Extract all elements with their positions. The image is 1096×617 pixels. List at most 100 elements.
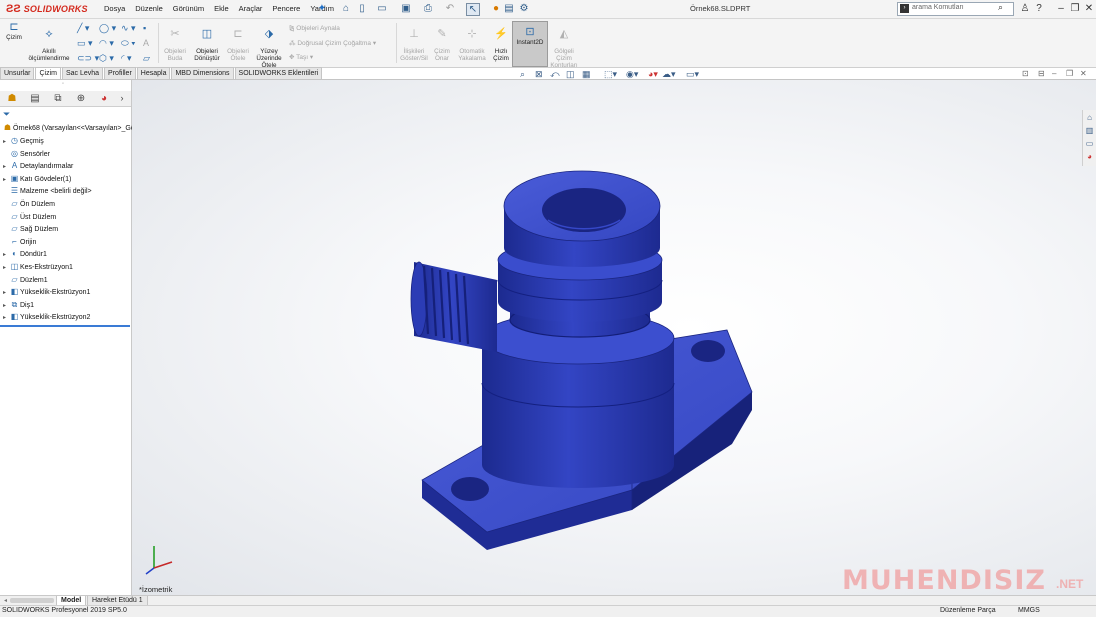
tab-eklentiler[interactable]: SOLIDWORKS Eklentileri bbox=[234, 67, 323, 79]
expand-arrow-icon[interactable]: ▸ bbox=[0, 300, 9, 312]
panel-grip-icon[interactable]: ◦ bbox=[62, 81, 64, 87]
golgeli-cizim-button[interactable]: ◭ Gölgeli Çizim Konturları bbox=[548, 21, 580, 69]
menu-duzenle[interactable]: Düzenle bbox=[135, 4, 163, 13]
search-icon[interactable]: ⌕ bbox=[998, 2, 1003, 13]
tree-item[interactable]: ▱ Sağ Düzlem bbox=[0, 223, 58, 235]
expand-arrow-icon[interactable]: ▸ bbox=[0, 312, 9, 324]
search-input[interactable]: arama Komutları bbox=[912, 4, 964, 11]
chevron-right-icon[interactable]: › bbox=[116, 92, 128, 105]
save-icon[interactable]: ▣ bbox=[400, 3, 412, 14]
file-properties-icon[interactable]: ▤ bbox=[503, 3, 515, 14]
scroll-left-icon[interactable]: ◂ bbox=[4, 597, 7, 604]
tree-item[interactable]: ▱ Üst Düzlem bbox=[0, 211, 56, 223]
tasi-button[interactable]: ✥ Taşı ▾ bbox=[289, 53, 313, 61]
tree-item[interactable]: ▱ Düzlem1 bbox=[0, 274, 47, 286]
window-restore-icon[interactable]: ❐ bbox=[1066, 69, 1073, 78]
model-part-render[interactable] bbox=[132, 80, 1096, 595]
new-document-icon[interactable]: ▯ bbox=[356, 3, 368, 14]
line-tool-icon[interactable]: ╱ ▾ bbox=[77, 23, 89, 33]
expand-arrow-icon[interactable]: ▸ bbox=[0, 161, 9, 173]
menu-araclar[interactable]: Araçlar bbox=[239, 4, 263, 13]
spline-tool-icon[interactable]: ∿ ▾ bbox=[121, 23, 136, 33]
tab-sac-levha[interactable]: Sac Levha bbox=[61, 67, 104, 79]
smart-dimension-button[interactable]: ⟡ Akıllı ölçümlendirme bbox=[25, 21, 73, 62]
tree-item[interactable]: ☰ Malzeme <belirli değil> bbox=[0, 185, 92, 197]
tree-item[interactable]: ▸ ▣ Katı Gövdeler(1) bbox=[0, 173, 71, 185]
rebuild-icon[interactable]: ● bbox=[490, 3, 502, 14]
window-minimize-icon[interactable]: – bbox=[1052, 69, 1056, 78]
tree-item[interactable]: ▸ ◧ Yükseklik-Ekstrüzyon2 bbox=[0, 311, 90, 323]
rollback-bar[interactable] bbox=[0, 325, 130, 327]
menu-pencere[interactable]: Pencere bbox=[272, 4, 300, 13]
fillet-tool-icon[interactable]: ◜ ▾ bbox=[121, 53, 132, 63]
objeleri-buda-button[interactable]: ✂ Objeleri Buda bbox=[162, 21, 188, 62]
pin-icon[interactable]: ✦ bbox=[316, 3, 328, 14]
arc-tool-icon[interactable]: ◠ ▾ bbox=[99, 38, 114, 48]
status-units[interactable]: MMGS bbox=[1018, 607, 1040, 614]
user-icon[interactable]: ♙ bbox=[1018, 2, 1032, 15]
instant2d-button[interactable]: ⊡ Instant2D bbox=[512, 21, 548, 67]
scene-icon[interactable]: ☁▾ bbox=[662, 69, 676, 80]
minimize-icon[interactable]: – bbox=[1054, 2, 1068, 15]
filter-icon[interactable]: ⏷ bbox=[3, 109, 10, 120]
tree-item[interactable]: ▸ ◫ Kes-Ekstrüzyon1 bbox=[0, 261, 73, 273]
window-close-icon[interactable]: ✕ bbox=[1080, 69, 1087, 78]
yuzey-uzerinde-otele-button[interactable]: ⬗ Yüzey Üzerinde Ötele bbox=[253, 21, 285, 69]
close-icon[interactable]: ✕ bbox=[1082, 2, 1096, 15]
dimxpert-tab-icon[interactable]: ⊕ bbox=[71, 92, 91, 105]
dynamic-annotation-icon[interactable]: ▦ bbox=[582, 69, 591, 80]
menu-gorunum[interactable]: Görünüm bbox=[173, 4, 204, 13]
tree-item[interactable]: ◎ Sensörler bbox=[0, 148, 50, 160]
section-view-icon[interactable]: ◫ bbox=[566, 69, 575, 80]
appearance-icon[interactable]: ◕▾ bbox=[648, 69, 658, 80]
tree-item[interactable]: ⌐ Orijin bbox=[0, 236, 36, 248]
cizim-onar-button[interactable]: ✎ Çizim Onar bbox=[431, 21, 453, 62]
undo-icon[interactable]: ↶ bbox=[444, 3, 456, 14]
tree-item[interactable]: ▸ A Detaylandırmalar bbox=[0, 160, 73, 172]
window-tile-icon[interactable]: ⊡ bbox=[1022, 69, 1029, 78]
horizontal-scrollbar[interactable] bbox=[10, 598, 54, 603]
home-icon[interactable]: ⌂ bbox=[340, 3, 352, 14]
menu-dosya[interactable]: Dosya bbox=[104, 4, 125, 13]
polygon-tool-icon[interactable]: ⬡ ▾ bbox=[99, 53, 114, 63]
solidworks-logo[interactable]: ƧƧ SOLIDWORKS bbox=[6, 2, 88, 16]
search-commands-box[interactable]: › arama Komutları ⌕ bbox=[897, 2, 1014, 16]
objeleri-otele-button[interactable]: ⊏ Objeleri Ötele bbox=[225, 21, 251, 62]
zoom-to-area-icon[interactable]: ⊠ bbox=[535, 69, 543, 80]
select-cursor-icon[interactable]: ↖ bbox=[466, 3, 480, 16]
expand-arrow-icon[interactable]: ▸ bbox=[0, 262, 9, 274]
objeleri-donustur-button[interactable]: ◫ Objeleri Dönüştür bbox=[190, 21, 224, 62]
text-tool-icon[interactable]: A bbox=[143, 38, 149, 48]
menu-ekle[interactable]: Ekle bbox=[214, 4, 229, 13]
hizli-cizim-button[interactable]: ⚡ Hızlı Çizim bbox=[490, 21, 512, 62]
tab-unsurlar[interactable]: Unsurlar bbox=[0, 67, 35, 79]
expand-arrow-icon[interactable]: ▸ bbox=[0, 287, 9, 299]
property-manager-tab-icon[interactable]: ▤ bbox=[25, 92, 45, 105]
iliskileri-goster-button[interactable]: ⊥ İlişkileri Göster/Sil bbox=[398, 21, 430, 62]
zoom-to-fit-icon[interactable]: ⌕ bbox=[520, 69, 525, 80]
restore-icon[interactable]: ❐ bbox=[1068, 2, 1082, 15]
expand-arrow-icon[interactable]: ▸ bbox=[0, 249, 9, 261]
tree-item[interactable]: ▸ ◐ Döndür1 bbox=[0, 248, 47, 260]
expand-arrow-icon[interactable]: ▸ bbox=[0, 136, 9, 148]
rectangle-tool-icon[interactable]: ▭ ▾ bbox=[77, 38, 93, 48]
tab-profiller[interactable]: Profiller bbox=[104, 67, 136, 79]
help-icon[interactable]: ? bbox=[1032, 2, 1046, 15]
options-gear-icon[interactable]: ⚙ bbox=[518, 3, 530, 14]
configuration-manager-tab-icon[interactable]: ⧉ bbox=[48, 92, 68, 105]
print-icon[interactable]: ⎙ bbox=[422, 3, 434, 14]
slot-tool-icon[interactable]: ⊂⊃ ▾ bbox=[77, 53, 99, 63]
otomatik-yakalama-button[interactable]: ⊹ Otomatik Yakalama bbox=[455, 21, 489, 62]
previous-view-icon[interactable]: ⤺ bbox=[550, 69, 560, 80]
display-style-icon[interactable]: ◉▾ bbox=[626, 69, 638, 80]
feature-manager-tab-icon[interactable]: ☗ bbox=[2, 92, 22, 105]
tab-hesapla[interactable]: Hesapla bbox=[136, 67, 171, 79]
circle-tool-icon[interactable]: ◯ ▾ bbox=[99, 23, 116, 33]
expand-arrow-icon[interactable]: ▸ bbox=[0, 174, 9, 186]
display-settings-icon[interactable]: ▭▾ bbox=[686, 69, 699, 80]
open-folder-icon[interactable]: ▭ bbox=[376, 3, 388, 14]
tab-mbd-dimensions[interactable]: MBD Dimensions bbox=[171, 67, 234, 79]
view-orientation-icon[interactable]: ⬚▾ bbox=[604, 69, 617, 80]
objeleri-aynala-button[interactable]: ⧎ Objeleri Aynala bbox=[289, 24, 340, 32]
window-split-icon[interactable]: ⊟ bbox=[1038, 69, 1045, 78]
